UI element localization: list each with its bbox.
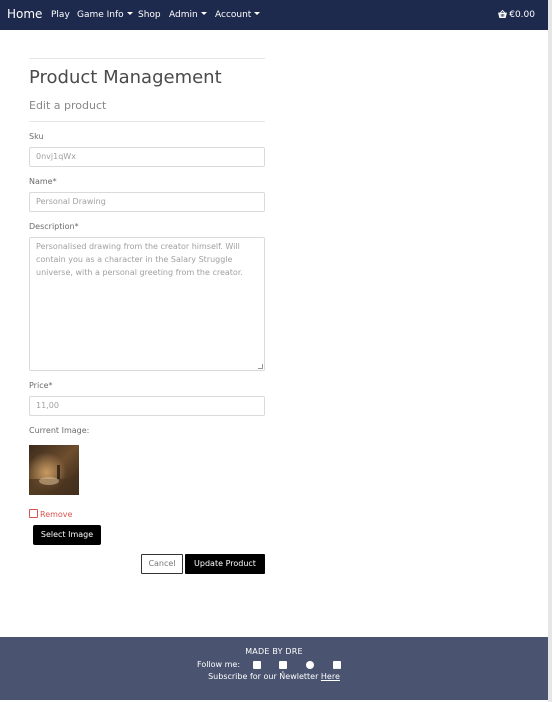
newsletter-link[interactable]: Here [321, 672, 340, 681]
caret-down-icon [200, 12, 207, 15]
divider-top [29, 58, 265, 59]
nav-play-link[interactable]: Play [51, 9, 70, 21]
name-label: Name* [29, 177, 57, 186]
nav-account-label: Account [215, 10, 252, 20]
site-footer: MADE BY DRE Follow me: Subscribe for our… [0, 637, 548, 700]
instagram-icon[interactable] [333, 661, 341, 676]
nav-account-dropdown[interactable]: Account [215, 9, 261, 21]
nav-home-link[interactable]: Home [7, 7, 42, 21]
nav-game-info-label: Game Info [77, 10, 124, 20]
description-label: Description* [29, 222, 79, 231]
caret-down-icon [126, 12, 133, 15]
divider-header [29, 121, 265, 122]
price-field[interactable]: 11,00 [29, 396, 265, 416]
caret-down-icon [254, 12, 261, 15]
update-product-button[interactable]: Update Product [185, 554, 265, 574]
nav-game-info-dropdown[interactable]: Game Info [77, 9, 133, 21]
description-text: Personalised drawing from the creator hi… [36, 242, 243, 277]
nav-admin-dropdown[interactable]: Admin [169, 9, 207, 21]
resize-handle-icon[interactable] [258, 364, 263, 369]
cart-link[interactable]: €0.00 [498, 9, 535, 21]
price-label: Price* [29, 381, 53, 390]
youtube-icon[interactable] [279, 661, 287, 674]
product-image [29, 445, 79, 495]
sku-field[interactable]: 0nvj1qWx [29, 147, 265, 167]
nav-play-label: Play [51, 10, 70, 20]
name-field[interactable]: Personal Drawing [29, 192, 265, 212]
facebook-icon[interactable] [253, 661, 261, 676]
shopping-basket-icon [498, 10, 508, 18]
top-navbar: Home Play Game Info Shop Admin Account €… [0, 0, 548, 30]
select-image-button[interactable]: Select Image [33, 525, 101, 545]
footer-newsletter: Subscribe for our Newletter Here [0, 672, 548, 682]
nav-shop-link[interactable]: Shop [138, 9, 161, 21]
page-title: Product Management [29, 67, 222, 88]
remove-image-row: Remove [29, 502, 72, 519]
footer-follow-label: Follow me: [197, 660, 241, 669]
page-subtitle: Edit a product [29, 99, 107, 112]
newsletter-text: Subscribe for our Newletter [208, 672, 319, 681]
footer-credit: MADE BY DRE [245, 647, 303, 656]
cart-total: €0.00 [509, 10, 535, 20]
remove-image-label[interactable]: Remove [40, 510, 72, 519]
description-textarea[interactable]: Personalised drawing from the creator hi… [29, 237, 265, 371]
cancel-button[interactable]: Cancel [141, 554, 183, 574]
current-image-thumbnail[interactable] [29, 445, 79, 495]
page-scrollbar[interactable] [548, 0, 552, 702]
sku-label: Sku [29, 132, 44, 141]
github-icon[interactable] [306, 661, 314, 675]
current-image-label: Current Image: [29, 426, 90, 435]
remove-image-checkbox[interactable] [29, 509, 38, 518]
nav-shop-label: Shop [138, 10, 161, 20]
nav-admin-label: Admin [169, 10, 198, 20]
